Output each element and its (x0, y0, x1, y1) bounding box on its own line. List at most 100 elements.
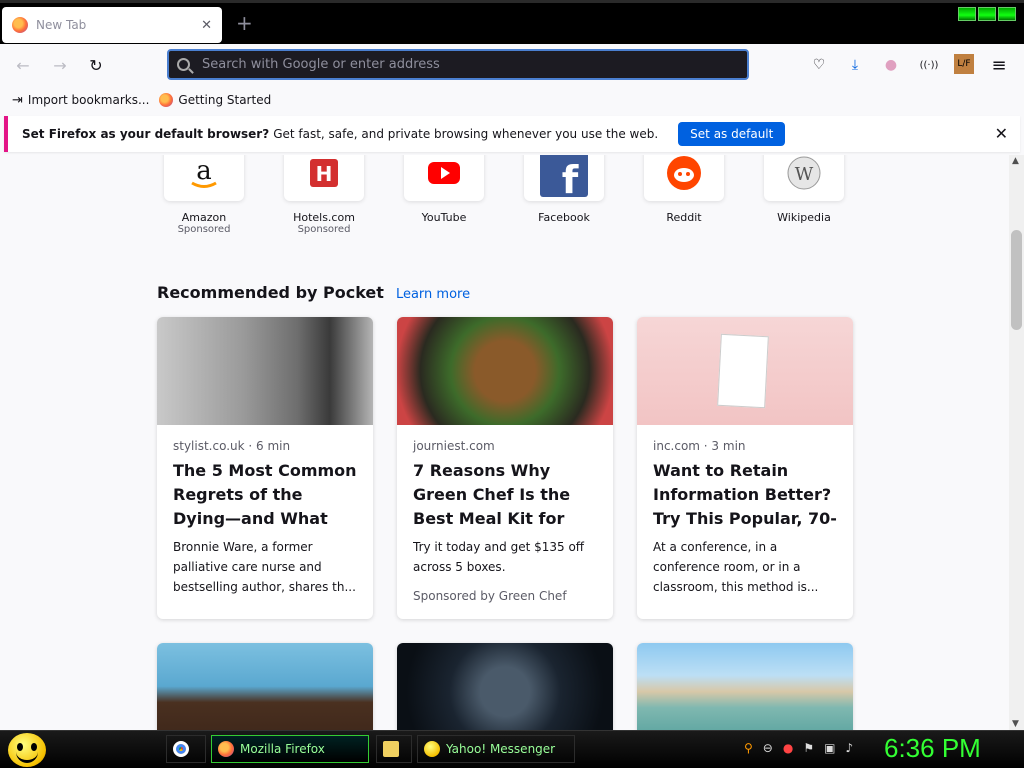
minimize-button[interactable] (958, 7, 976, 21)
close-tab-icon[interactable]: ✕ (201, 18, 212, 33)
new-tab-content: a Amazon Sponsored H Hotels.com Sponsore… (0, 155, 1009, 730)
lf-extension-icon[interactable]: L/F (954, 54, 974, 74)
url-bar[interactable] (167, 49, 749, 80)
pocket-card[interactable] (637, 643, 853, 730)
close-window-button[interactable] (998, 7, 1016, 21)
close-notification-icon[interactable]: ✕ (995, 124, 1008, 143)
card-source: inc.com · 3 min (653, 439, 746, 453)
card-source: stylist.co.uk · 6 min (173, 439, 291, 453)
topsite-name: Hotels.com (293, 211, 355, 224)
page-scrollbar[interactable]: ▲ ▼ (1009, 155, 1024, 730)
sponsored-label: Sponsored (297, 224, 351, 235)
taskbar-clock: 6:36 PM (884, 733, 981, 763)
forward-button[interactable]: → (49, 54, 71, 76)
downloads-icon[interactable]: ⤓ (844, 54, 866, 76)
bookmark-getting-started[interactable]: Getting Started (159, 93, 271, 107)
tab-title: New Tab (36, 18, 87, 32)
scroll-up-icon[interactable]: ▲ (1012, 156, 1019, 166)
topsite-wikipedia[interactable]: W Wikipedia (764, 155, 844, 235)
card-image (157, 643, 373, 730)
yahoo-smiley-icon (424, 741, 440, 757)
notification-bold-text: Set Firefox as your default browser? (22, 127, 270, 141)
sponsored-label: Sponsored (177, 224, 231, 235)
scroll-down-icon[interactable]: ▼ (1012, 719, 1019, 729)
card-title: 7 Reasons Why Green Chef Is the Best Mea… (413, 461, 571, 528)
taskbar-label: Yahoo! Messenger (446, 742, 556, 756)
card-title: The 5 Most Common Regrets of the Dying—a… (173, 461, 357, 528)
topsite-name: Wikipedia (777, 211, 831, 224)
taskbar-chrome[interactable] (166, 735, 206, 763)
youtube-icon (404, 155, 484, 201)
folder-icon (383, 741, 399, 757)
scrollbar-thumb[interactable] (1011, 230, 1022, 330)
pocket-card[interactable] (157, 643, 373, 730)
card-title: Want to Retain Information Better? Try T… (653, 461, 837, 528)
set-as-default-button[interactable]: Set as default (678, 122, 786, 146)
account-icon[interactable]: ● (880, 54, 902, 76)
taskbar: Mozilla Firefox Yahoo! Messenger ⚲ ⊖ ● ⚑… (0, 730, 1024, 768)
topsite-facebook[interactable]: f Facebook (524, 155, 604, 235)
new-tab-button[interactable]: + (236, 13, 253, 33)
system-tray: ⚲ ⊖ ● ⚑ ▣ ♪ (744, 741, 853, 755)
extension-icon[interactable]: ((·)) (914, 54, 944, 76)
pocket-icon[interactable]: ♡ (808, 54, 830, 76)
url-input[interactable] (202, 57, 722, 72)
taskbar-folder[interactable] (376, 735, 412, 763)
tab-new-tab[interactable]: New Tab ✕ (2, 7, 222, 43)
status-tray-icon[interactable]: ⊖ (763, 741, 773, 755)
card-image (637, 643, 853, 730)
learn-more-link[interactable]: Learn more (396, 287, 470, 302)
reload-button[interactable]: ↻ (85, 54, 107, 76)
firefox-icon (12, 17, 28, 33)
firefox-window: New Tab ✕ + ← → ↻ ♡ ⤓ ● ((·)) L/F ≡ ⇥ Im… (0, 0, 1024, 730)
topsite-hotels[interactable]: H Hotels.com Sponsored (284, 155, 364, 235)
pocket-card[interactable]: inc.com · 3 min Want to Retain Informati… (637, 317, 853, 619)
taskbar-label: Mozilla Firefox (240, 742, 325, 756)
pocket-cards: stylist.co.uk · 6 min The 5 Most Common … (157, 317, 857, 730)
firefox-icon (218, 741, 234, 757)
flag-tray-icon[interactable]: ⚑ (803, 741, 814, 755)
card-excerpt: Try it today and get $135 off across 5 b… (413, 540, 585, 574)
pocket-card[interactable] (397, 643, 613, 730)
bookmark-label: Import bookmarks... (27, 93, 150, 107)
import-icon: ⇥ (12, 92, 23, 108)
back-button[interactable]: ← (12, 54, 34, 76)
taskbar-yahoo-messenger[interactable]: Yahoo! Messenger (417, 735, 575, 763)
card-image (397, 643, 613, 730)
topsite-name: YouTube (421, 211, 467, 224)
svg-text:a: a (196, 156, 212, 186)
svg-text:f: f (562, 158, 579, 197)
topsite-name: Amazon (181, 211, 227, 224)
top-sites: a Amazon Sponsored H Hotels.com Sponsore… (164, 155, 854, 235)
pocket-card-sponsored[interactable]: journiest.com 7 Reasons Why Green Chef I… (397, 317, 613, 619)
default-browser-notification: Set Firefox as your default browser? Get… (4, 116, 1020, 152)
bookmark-label: Getting Started (178, 93, 272, 107)
maximize-button[interactable] (978, 7, 996, 21)
pocket-heading: Recommended by Pocket (157, 283, 384, 302)
topsite-youtube[interactable]: YouTube (404, 155, 484, 235)
topsite-name: Facebook (538, 211, 590, 224)
pocket-header: Recommended by Pocket Learn more (157, 283, 470, 302)
card-image (157, 317, 373, 425)
network-tray-icon[interactable]: ▣ (824, 741, 835, 755)
facebook-icon: f (524, 155, 604, 201)
pocket-card[interactable]: stylist.co.uk · 6 min The 5 Most Common … (157, 317, 373, 619)
search-tray-icon[interactable]: ⚲ (744, 741, 753, 755)
navigation-toolbar: ← → ↻ ♡ ⤓ ● ((·)) L/F ≡ (0, 44, 1024, 86)
amazon-icon: a (164, 155, 244, 201)
volume-tray-icon[interactable]: ♪ (845, 741, 853, 755)
menu-icon[interactable]: ≡ (988, 54, 1010, 76)
card-image (397, 317, 613, 425)
bookmark-import[interactable]: ⇥ Import bookmarks... (12, 93, 149, 108)
start-smiley-icon[interactable] (8, 733, 46, 767)
chrome-icon (173, 741, 189, 757)
taskbar-firefox[interactable]: Mozilla Firefox (211, 735, 369, 763)
firefox-icon (159, 93, 174, 107)
card-sponsor: Sponsored by Green Chef (413, 589, 567, 603)
hotels-icon: H (284, 155, 364, 201)
topsite-amazon[interactable]: a Amazon Sponsored (164, 155, 244, 235)
stop-tray-icon[interactable]: ● (783, 741, 793, 755)
topsite-reddit[interactable]: Reddit (644, 155, 724, 235)
card-image (637, 317, 853, 425)
topsite-name: Reddit (666, 211, 702, 224)
